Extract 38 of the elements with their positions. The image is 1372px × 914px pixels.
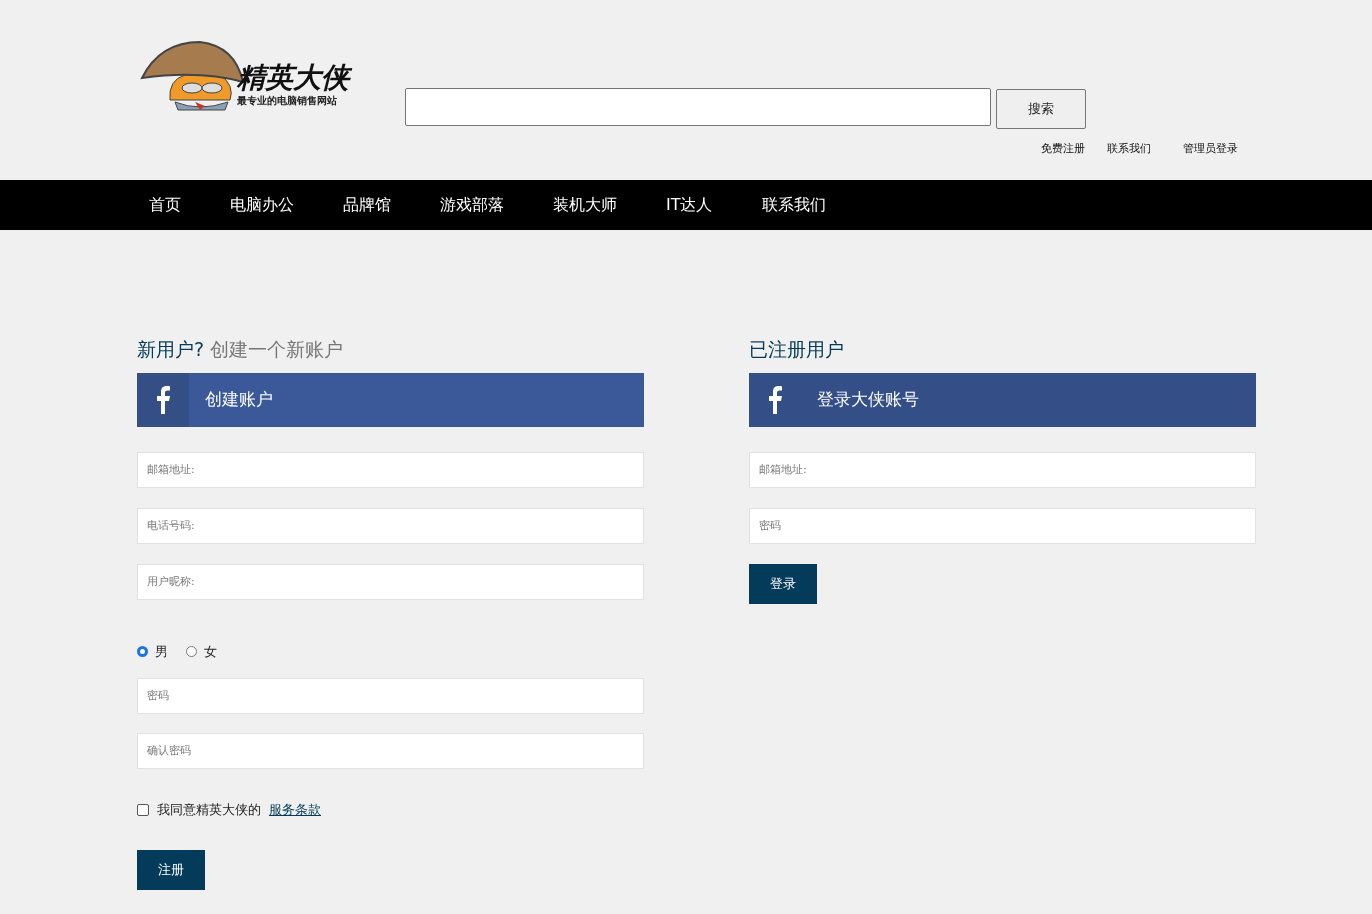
radio-icon[interactable]	[137, 646, 148, 658]
gender-radio[interactable]: 男	[137, 642, 168, 661]
agree-text: 我同意精英大侠的	[157, 800, 261, 819]
nav-item[interactable]: 品牌馆	[343, 194, 391, 216]
nav-item[interactable]: IT达人	[666, 194, 713, 216]
terms-link[interactable]: 服务条款	[269, 800, 321, 819]
register-button[interactable]: 注册	[137, 849, 205, 890]
banner-label: 登录大侠账号	[817, 388, 919, 412]
facebook-icon	[156, 385, 170, 414]
login-button[interactable]: 登录	[749, 563, 817, 604]
nav-item[interactable]: 装机大师	[553, 194, 617, 216]
section-heading: 已注册用户	[749, 338, 844, 360]
logo-tagline: 最专业的电脑销售网站	[237, 94, 338, 108]
input-field[interactable]: 邮箱地址:	[749, 451, 1256, 488]
create-account-banner[interactable]: 创建账户	[137, 372, 644, 427]
nav-item[interactable]: 游戏部落	[440, 194, 504, 216]
input-field[interactable]: 用户昵称:	[137, 563, 644, 600]
gender-radio[interactable]: 女	[186, 642, 217, 661]
nav-item[interactable]: 首页	[149, 194, 181, 216]
input-field[interactable]: 密码	[749, 507, 1256, 544]
password-field[interactable]: 密码	[137, 677, 644, 714]
password-field[interactable]: 确认密码	[137, 732, 644, 769]
login-banner[interactable]: 登录大侠账号	[749, 372, 1256, 427]
input-field[interactable]: 邮箱地址:	[137, 451, 644, 488]
top-link[interactable]: 管理员登录	[1183, 141, 1238, 156]
nav-item[interactable]: 联系我们	[761, 194, 826, 216]
checkbox[interactable]	[137, 803, 149, 816]
nav-item[interactable]: 电脑办公	[230, 194, 294, 216]
input-field[interactable]: 电话号码:	[137, 507, 644, 544]
radio-icon[interactable]	[186, 646, 197, 658]
banner-label: 创建账户	[205, 388, 273, 412]
facebook-icon	[768, 385, 782, 414]
section-heading: 新用户?	[137, 338, 205, 360]
top-link[interactable]: 联系我们	[1107, 141, 1151, 156]
search-field[interactable]	[405, 88, 991, 126]
section-subheading: 创建一个新账户	[210, 338, 344, 360]
search-button[interactable]: 搜索	[996, 89, 1086, 129]
top-link[interactable]: 免费注册	[1041, 141, 1085, 156]
